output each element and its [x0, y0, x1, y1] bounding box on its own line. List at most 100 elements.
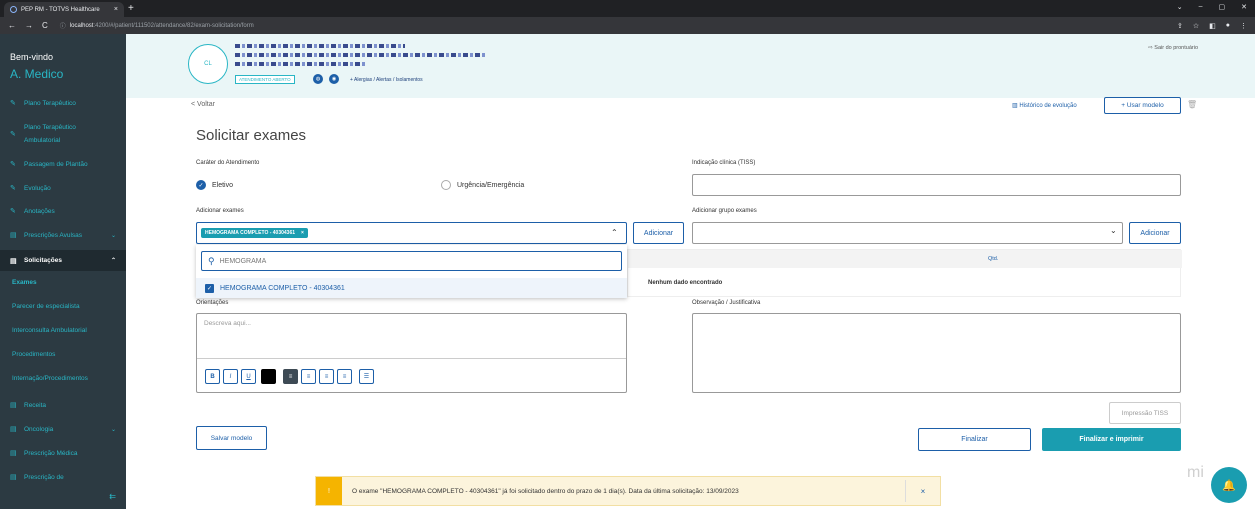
radio-checked-icon: ✓ — [196, 180, 206, 190]
group-exams-table: Qtd. Nenhum dado encontrado — [627, 249, 1182, 297]
remove-tag-icon[interactable]: × — [301, 230, 304, 236]
chevron-down-icon: ⌄ — [110, 232, 116, 239]
page-title: Solicitar exames — [196, 127, 307, 144]
notification-bell-icon[interactable]: 🔔 — [1211, 467, 1247, 503]
share-icon[interactable]: ⇪ — [1177, 22, 1183, 30]
chevron-down-icon[interactable]: ⌄ — [1110, 226, 1117, 235]
sidebar-subitem-internacao[interactable]: Internação/Procedimentos — [0, 375, 126, 382]
favicon-icon — [10, 6, 17, 13]
sidebar-item-label: Passagem de Plantão — [24, 160, 88, 168]
sidebar-item-plano-terapeutico[interactable]: ✎ Plano Terapêutico — [0, 97, 126, 109]
browser-menu-icon[interactable]: ⋮ — [1240, 22, 1247, 30]
sidebar-subitem-parecer[interactable]: Parecer de especialista — [0, 303, 126, 310]
alerts-link[interactable]: + Alergias / Alertas / Isolamentos — [350, 77, 423, 83]
info-icon[interactable]: ◉ — [329, 74, 339, 84]
pencil-icon: ✎ — [10, 185, 16, 192]
sidebar-item-label: Prescrições Avulsas — [24, 231, 83, 239]
radio-urgencia-label: Urgência/Emergência — [457, 181, 525, 189]
indicacao-input[interactable] — [692, 174, 1181, 196]
option-label: HEMOGRAMA COMPLETO - 40304361 — [220, 284, 345, 292]
side-panel-icon[interactable]: ◧ — [1209, 22, 1216, 30]
tab-search-icon[interactable]: ⌄ — [1177, 3, 1183, 11]
redacted-patient-details — [235, 62, 365, 66]
tab-close-icon[interactable]: × — [114, 6, 118, 13]
avatar: CL — [188, 44, 228, 84]
bookmark-star-icon[interactable]: ☆ — [1193, 22, 1199, 30]
indicacao-label: Indicação clínica (TISS) — [692, 160, 756, 166]
url-host: localhost — [69, 22, 94, 29]
close-window-button[interactable]: ✕ — [1241, 3, 1247, 11]
list-button[interactable]: ☰ — [359, 369, 374, 384]
collapse-sidebar-icon[interactable]: ⇇ — [109, 492, 116, 501]
maximize-button[interactable]: ▢ — [1219, 3, 1226, 11]
sidebar-item-prescricoes-avulsas[interactable]: ▤ Prescrições Avulsas ⌄ — [0, 229, 126, 241]
add-exam-button[interactable]: Adicionar — [633, 222, 684, 244]
sidebar-item-solicitacoes[interactable]: ▤ Solicitações ⌃ — [0, 250, 126, 271]
sidebar-item-evolucao[interactable]: ✎ Evolução — [0, 182, 126, 194]
sidebar-item-passagem-plantao[interactable]: ✎ Passagem de Plantão — [0, 158, 126, 170]
sidebar-subitem-interconsulta[interactable]: Interconsulta Ambulatorial — [0, 327, 126, 334]
sidebar-item-anotacoes[interactable]: ✎ Anotações — [0, 205, 126, 217]
sidebar-item-prescricao-medica[interactable]: ▤ Prescrição Médica — [0, 447, 126, 459]
align-left-button[interactable]: ≡ — [319, 369, 334, 384]
trash-icon[interactable]: 🗑 — [1187, 100, 1197, 109]
sidebar-item-label: Solicitações — [24, 257, 62, 264]
sidebar-subitem-procedimentos[interactable]: Procedimentos — [0, 351, 126, 358]
print-tiss-button[interactable]: Impressão TISS — [1109, 402, 1181, 424]
sidebar-item-receita[interactable]: ▤ Receita — [0, 399, 126, 411]
browser-tab[interactable]: PEP RM - TOTVS Healthcare × — [4, 2, 124, 17]
back-link[interactable]: < Voltar — [191, 101, 215, 108]
exit-record-link[interactable]: ⇨ Sair do prontuário — [1148, 45, 1198, 51]
toast-divider — [905, 480, 906, 502]
profile-icon[interactable]: ● — [1226, 22, 1230, 30]
align-center-button[interactable]: ≡ — [301, 369, 316, 384]
add-group-button[interactable]: Adicionar — [1129, 222, 1181, 244]
underline-button[interactable]: U — [241, 369, 256, 384]
back-arrow-icon[interactable]: ← — [8, 21, 16, 30]
redacted-patient-name — [235, 44, 405, 48]
italic-button[interactable]: I — [223, 369, 238, 384]
align-right-button[interactable]: ≡ — [283, 369, 298, 384]
editor-divider — [197, 358, 626, 359]
radio-eletivo[interactable]: ✓ Eletivo — [196, 180, 233, 190]
allergy-icon[interactable]: ◍ — [313, 74, 323, 84]
new-tab-button[interactable]: + — [128, 3, 134, 14]
document-icon: ▤ — [10, 232, 17, 239]
sidebar-item-prescricao-de[interactable]: ▤ Prescrição de — [0, 471, 126, 483]
url-path: :4200/#/patient/111502/attendance/82/exa… — [93, 22, 254, 29]
forward-arrow-icon[interactable]: → — [25, 21, 33, 30]
url-field[interactable]: ⓘ localhost:4200/#/patient/111502/attend… — [60, 21, 254, 31]
site-info-icon[interactable]: ⓘ — [60, 21, 66, 30]
chevron-up-icon[interactable]: ⌃ — [611, 228, 618, 237]
history-link[interactable]: ▥ Histórico de evolução — [1012, 102, 1077, 109]
align-justify-button[interactable]: ≡ — [337, 369, 352, 384]
observacao-label: Observação / Justificativa — [692, 300, 761, 306]
orientacoes-placeholder: Descreva aqui... — [204, 320, 251, 327]
sidebar-subitem-exames[interactable]: Exames — [0, 279, 126, 286]
add-group-select[interactable] — [692, 222, 1123, 244]
carater-label: Caráter do Atendimento — [196, 160, 260, 166]
minimize-button[interactable]: – — [1199, 3, 1203, 11]
text-format-toolbar: B I U ≡ ≡ ≡ ≡ ☰ — [205, 369, 374, 384]
bold-button[interactable]: B — [205, 369, 220, 384]
sidebar-item-label: Prescrição de — [24, 473, 64, 481]
add-group-label: Adicionar grupo exames — [692, 208, 757, 214]
dropdown-option[interactable]: ✓ HEMOGRAMA COMPLETO - 40304361 — [196, 278, 627, 298]
text-color-button[interactable] — [261, 369, 276, 384]
use-model-button[interactable]: + Usar modelo — [1104, 97, 1181, 114]
empty-table-message: Nenhum dado encontrado — [648, 280, 723, 286]
finalize-button[interactable]: Finalizar — [918, 428, 1031, 451]
finalize-print-button[interactable]: Finalizar e imprimir — [1042, 428, 1181, 451]
sidebar-item-plano-ambulatorial[interactable]: ✎ Plano Terapêutico Ambulatorial — [0, 122, 126, 146]
document-icon: ▤ — [10, 450, 17, 457]
observacao-textarea[interactable] — [692, 313, 1181, 393]
checkbox-checked-icon: ✓ — [205, 283, 214, 293]
radio-urgencia[interactable]: Urgência/Emergência — [441, 180, 524, 190]
close-icon[interactable]: × — [916, 487, 930, 496]
reload-icon[interactable]: C — [42, 21, 48, 30]
exam-search-input[interactable]: ⚲ HEMOGRAMA — [201, 251, 622, 271]
welcome-text: Bem-vindo — [10, 52, 54, 62]
sidebar-item-oncologia[interactable]: ▤ Oncologia ⌄ — [0, 423, 126, 435]
tab-title: PEP RM - TOTVS Healthcare — [21, 6, 100, 13]
save-model-button[interactable]: Salvar modelo — [196, 426, 267, 450]
